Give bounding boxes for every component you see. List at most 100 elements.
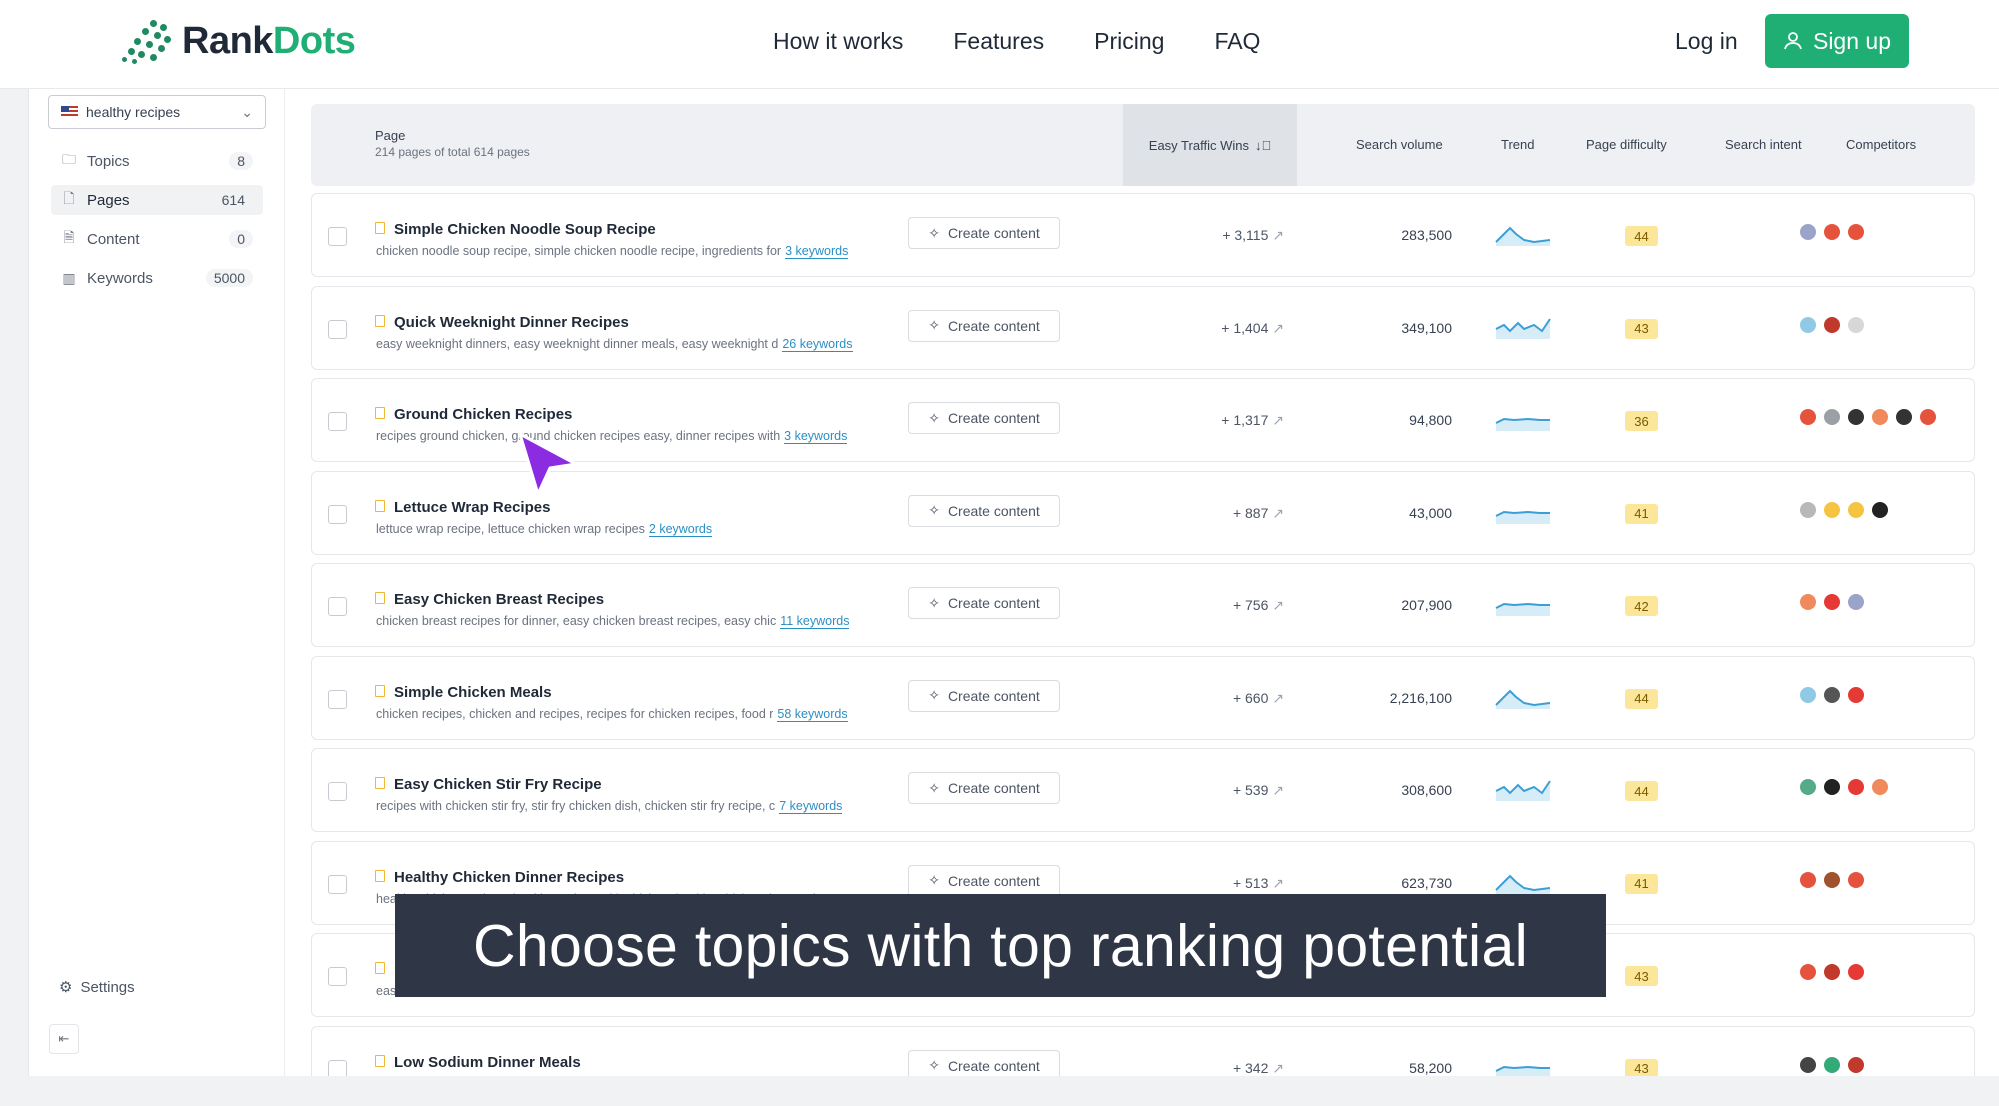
create-content-button[interactable]: ✧ Create content [908,217,1060,249]
competitor-favicon-icon[interactable] [1848,316,1864,333]
table-row[interactable]: Simple Chicken Noodle Soup Recipe chicke… [311,193,1975,277]
sidebar-item-pages[interactable]: 🗋 Pages 614 [51,185,263,215]
keywords-count-link[interactable]: 3 keywords [784,429,848,444]
competitor-favicon-icon[interactable] [1848,779,1864,795]
row-checkbox[interactable] [328,319,347,339]
settings-link[interactable]: ⚙ Settings [59,978,135,997]
row-checkbox[interactable] [328,504,347,524]
create-content-button[interactable]: ✧ Create content [908,679,1060,712]
competitor-favicon-icon[interactable] [1848,871,1864,888]
keyword-select[interactable]: healthy recipes ⌄ [48,95,266,129]
keywords-count-link[interactable]: 58 keywords [777,707,848,722]
competitor-favicon-icon[interactable] [1800,224,1816,240]
row-checkbox[interactable] [328,597,347,616]
row-checkbox[interactable] [328,967,347,986]
keywords-count-link[interactable]: 11 keywords [780,614,850,629]
competitor-favicon-icon[interactable] [1824,871,1840,888]
competitor-favicon-icon[interactable] [1848,501,1864,518]
competitor-favicon-icon[interactable] [1824,501,1840,518]
create-content-button[interactable]: ✧ Create content [908,494,1060,527]
table-row[interactable]: Simple Chicken Meals chicken recipes, ch… [311,655,1975,740]
col-page[interactable]: Page [375,128,405,143]
table-row[interactable]: Easy Chicken Stir Fry Recipe recipes wit… [311,748,1975,832]
nav-pricing[interactable]: Pricing [1094,28,1164,55]
competitor-favicon-icon[interactable] [1920,409,1936,425]
col-page-difficulty[interactable]: Page difficulty [1586,137,1667,152]
competitor-favicon-icon[interactable] [1824,1056,1840,1073]
row-checkbox[interactable] [328,227,347,246]
table-row[interactable]: Quick Weeknight Dinner Recipes easy week… [311,285,1975,370]
keywords-line: lettuce wrap recipe, lettuce chicken wra… [376,522,876,537]
page-title[interactable]: Simple Chicken Meals [394,684,552,701]
competitor-favicon-icon[interactable] [1848,686,1864,703]
competitor-favicon-icon[interactable] [1872,779,1888,795]
table-row[interactable]: Easy Chicken Breast Recipes chicken brea… [311,563,1975,647]
sidebar-item-topics[interactable]: 🗀 Topics 8 [51,146,263,176]
page-title[interactable]: Ground Chicken Recipes [394,406,572,423]
page-title[interactable]: Low Sodium Dinner Meals [394,1054,581,1071]
competitor-favicon-icon[interactable] [1824,316,1840,333]
create-content-button[interactable]: ✧ Create content [908,587,1060,619]
competitor-favicon-icon[interactable] [1848,409,1864,425]
create-content-button[interactable]: ✧ Create content [908,864,1060,897]
col-easy-traffic-wins[interactable]: Easy Traffic Wins ↓⃥ [1123,104,1297,186]
col-trend[interactable]: Trend [1501,137,1534,152]
nav-features[interactable]: Features [953,28,1044,55]
sidebar-item-keywords[interactable]: ▥ Keywords 5000 [51,263,263,293]
page-title[interactable]: Simple Chicken Noodle Soup Recipe [394,221,656,238]
brand-logo[interactable]: RankDots [120,18,356,64]
competitor-favicon-icon[interactable] [1800,1056,1816,1073]
row-checkbox[interactable] [328,412,347,431]
competitor-favicon-icon[interactable] [1800,594,1816,610]
competitor-favicon-icon[interactable] [1848,1056,1864,1073]
keywords-count-link[interactable]: 7 keywords [779,799,843,814]
competitor-favicon-icon[interactable] [1872,409,1888,425]
create-content-button[interactable]: ✧ Create content [908,772,1060,804]
col-competitors[interactable]: Competitors [1846,137,1916,152]
traffic-wins-text: + 660 [1232,689,1269,706]
row-checkbox[interactable] [328,874,347,894]
nav-faq[interactable]: FAQ [1214,28,1260,55]
competitor-favicon-icon[interactable] [1896,409,1912,425]
signup-button[interactable]: Sign up [1765,14,1909,68]
keywords-count-link[interactable]: 3 keywords [785,244,849,259]
page-title[interactable]: Easy Chicken Stir Fry Recipe [394,776,602,793]
competitor-favicon-icon[interactable] [1800,871,1816,888]
competitor-favicon-icon[interactable] [1824,594,1840,610]
competitor-favicon-icon[interactable] [1848,964,1864,980]
competitor-favicon-icon[interactable] [1824,224,1840,240]
sparkle-icon: ✧ [928,1057,940,1073]
row-checkbox[interactable] [328,689,347,709]
competitor-favicon-icon[interactable] [1824,686,1840,703]
page-title[interactable]: Quick Weeknight Dinner Recipes [394,314,629,331]
competitor-favicon-icon[interactable] [1824,409,1840,425]
col-search-intent[interactable]: Search intent [1725,137,1802,152]
competitor-favicon-icon[interactable] [1800,409,1816,425]
login-link[interactable]: Log in [1675,28,1738,55]
sidebar-item-label: Pages [87,191,130,209]
keywords-count-link[interactable]: 26 keywords [782,337,853,352]
competitor-favicon-icon[interactable] [1800,686,1816,703]
keywords-count-link[interactable]: 2 keywords [648,522,713,537]
page-title[interactable]: Healthy Chicken Dinner Recipes [394,869,624,886]
competitor-favicon-icon[interactable] [1800,779,1816,795]
nav-how-it-works[interactable]: How it works [773,28,903,55]
competitor-favicon-icon[interactable] [1848,224,1864,240]
page-title[interactable]: Easy Chicken Breast Recipes [394,591,604,608]
col-search-volume[interactable]: Search volume [1356,137,1443,152]
competitors-list [1800,871,1864,888]
competitor-favicon-icon[interactable] [1800,964,1816,980]
search-volume-value: 94,800 [1409,412,1452,428]
competitor-favicon-icon[interactable] [1848,594,1864,610]
competitor-favicon-icon[interactable] [1800,501,1816,518]
create-content-button[interactable]: ✧ Create content [908,309,1060,342]
competitor-favicon-icon[interactable] [1824,964,1840,980]
competitor-favicon-icon[interactable] [1872,501,1888,518]
document-icon [375,222,385,234]
competitor-favicon-icon[interactable] [1824,779,1840,795]
sidebar-item-content[interactable]: 🗎 Content 0 [51,224,263,254]
competitor-favicon-icon[interactable] [1800,316,1816,333]
collapse-sidebar-button[interactable]: ⇤ [49,1024,79,1054]
create-content-button[interactable]: ✧ Create content [908,402,1060,434]
row-checkbox[interactable] [328,782,347,801]
